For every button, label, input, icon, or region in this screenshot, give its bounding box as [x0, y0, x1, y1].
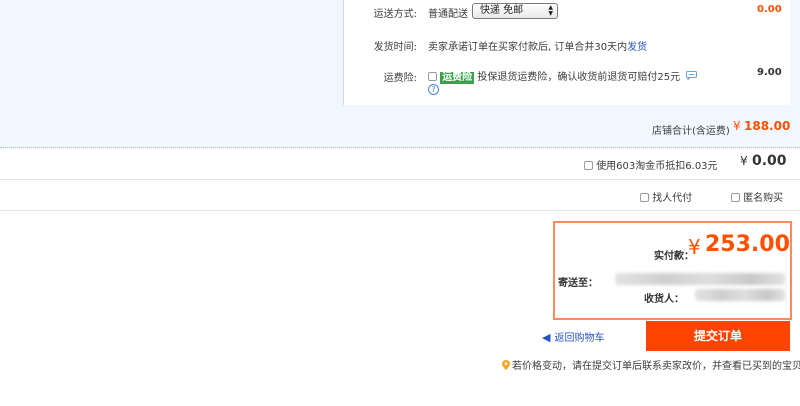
ship-to-label: 寄送至：: [558, 278, 598, 289]
shop-section: 运送方式: 普通配送 快递 免邮 ▲ ▼ 0.00 发货时间: 卖家承诺订单在买家…: [0, 0, 800, 148]
select-arrows-icon: ▲ ▼: [548, 4, 553, 17]
location-pin-icon: [502, 360, 510, 373]
receiver-label: 收货人：: [644, 294, 684, 305]
chat-icon[interactable]: [686, 71, 698, 83]
payment-summary: 实付款： ¥ 253.00 寄送至： 收货人：: [553, 221, 792, 320]
coins-currency: ¥: [740, 154, 748, 168]
shipping-select[interactable]: 快递 免邮 ▲ ▼: [472, 3, 558, 19]
divider: [0, 210, 800, 211]
anonymous-label: 匿名购买: [743, 193, 784, 204]
address-redacted: [615, 273, 785, 285]
shipping-price: 0.00: [757, 4, 782, 15]
notice-text: 若价格变动，请在提交订单后联系卖家改价，并查看已买到的宝贝: [512, 361, 800, 372]
back-to-cart-link[interactable]: ◀ 返回购物车: [542, 329, 604, 344]
anonymous-option[interactable]: 匿名购买: [731, 189, 783, 204]
shop-total-label: 店铺合计(含运费): [652, 126, 730, 137]
insurance-label: 运费险:: [383, 73, 417, 84]
delivery-link[interactable]: 发货: [627, 42, 647, 53]
coins-amount: 0.00: [752, 153, 787, 169]
shipping-method: 普通配送: [428, 9, 468, 20]
submit-order-button[interactable]: 提交订单: [646, 321, 790, 351]
shipping-select-value: 快递 免邮: [480, 5, 524, 16]
shop-total-amount: 188.00: [744, 119, 791, 133]
divider: [0, 179, 800, 180]
proxy-pay-checkbox[interactable]: [640, 193, 649, 202]
receiver-redacted: [695, 289, 785, 301]
insurance-text: 投保退货运费险，确认收货前退货可赔付25元: [477, 72, 681, 83]
proxy-pay-label: 找人代付: [652, 193, 693, 204]
delivery-text: 卖家承诺订单在买家付款后, 订单合并30天内发货: [428, 38, 647, 53]
coins-checkbox[interactable]: [584, 161, 593, 170]
payment-amount: 253.00: [705, 232, 790, 257]
anonymous-checkbox[interactable]: [731, 193, 740, 202]
back-to-cart-label: 返回购物车: [554, 333, 605, 344]
insurance-option: 运费险 投保退货运费险，确认收货前退货可赔付25元: [428, 68, 698, 84]
insurance-checkbox[interactable]: [428, 72, 437, 81]
coins-option: 使用603淘金币抵扣6.03元: [584, 157, 718, 172]
delivery-promise: 卖家承诺订单在买家付款后, 订单合并30天内: [428, 42, 628, 53]
shipping-label: 运送方式:: [373, 9, 417, 20]
back-arrow-icon: ◀: [542, 331, 551, 344]
help-icon[interactable]: ?: [428, 84, 439, 95]
proxy-pay-option[interactable]: 找人代付: [640, 189, 692, 204]
coins-label: 使用603淘金币抵扣6.03元: [596, 161, 718, 172]
shop-total-currency: ¥: [733, 119, 741, 133]
delivery-label: 发货时间:: [373, 42, 417, 53]
insurance-price: 9.00: [757, 67, 782, 78]
insurance-badge: 运费险: [440, 72, 475, 84]
price-change-notice: 若价格变动，请在提交订单后联系卖家改价，并查看已买到的宝贝: [502, 357, 800, 373]
payment-currency: ¥: [688, 235, 701, 259]
